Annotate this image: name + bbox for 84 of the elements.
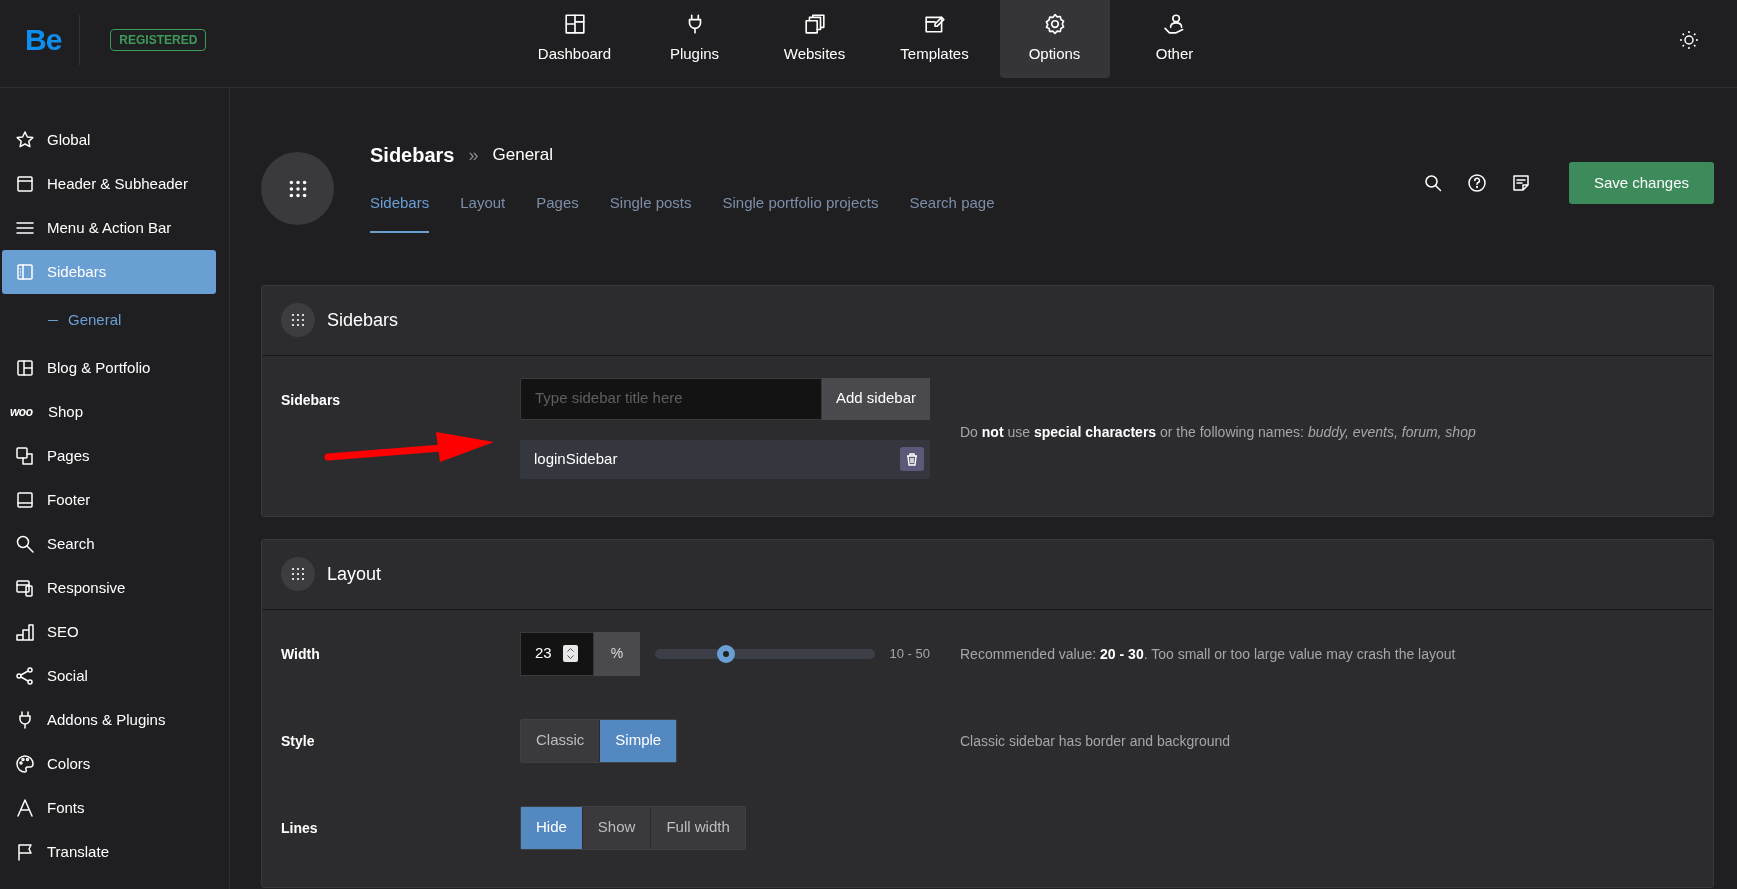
field-label: Width — [280, 644, 321, 664]
page-title: Sidebars — [370, 143, 455, 168]
sidebar-item[interactable]: Responsive — [2, 566, 216, 610]
grid-icon — [563, 12, 586, 35]
sidebar-item[interactable]: Menu & Action Bar — [2, 206, 216, 250]
sidebar-subitem[interactable]: General — [68, 308, 122, 332]
top-nav-tab[interactable]: Options — [999, 0, 1110, 78]
section-title: Layout — [327, 562, 382, 586]
range-label: 10 - 50 — [889, 644, 930, 663]
unit-label: % — [593, 631, 640, 676]
page-tab[interactable]: Single portfolio projects — [722, 184, 879, 233]
section-icon — [281, 303, 315, 337]
palette-icon — [15, 754, 35, 774]
window-icon — [15, 174, 35, 194]
help-icon[interactable] — [1466, 173, 1487, 193]
slider-thumb[interactable] — [717, 644, 736, 663]
logo: Be — [25, 15, 81, 65]
sidebar-item[interactable]: Translate — [2, 830, 216, 874]
number-field[interactable]: 23 — [520, 631, 594, 676]
dash-icon — [48, 319, 58, 321]
option-button[interactable]: Full width — [651, 806, 745, 849]
hand-person-icon — [1163, 12, 1186, 35]
save-button[interactable]: Save changes — [1568, 162, 1714, 204]
sidebar-item[interactable]: Header & Subheader — [2, 162, 216, 206]
option-button[interactable]: Simple — [600, 719, 677, 762]
option-button[interactable]: Classic — [521, 719, 601, 762]
page-tab[interactable]: Single posts — [609, 184, 692, 233]
option-button[interactable]: Show — [582, 806, 652, 849]
letter-a-icon — [15, 798, 35, 818]
help-text: Do not use special characters or the following names: buddy, events, forum, shop — [959, 422, 1476, 442]
search-icon[interactable] — [1422, 173, 1443, 193]
top-nav-tab[interactable]: Other — [1119, 0, 1230, 78]
registered-badge: REGISTERED — [110, 29, 207, 51]
devices-icon — [15, 578, 35, 598]
option-button[interactable]: Hide — [521, 806, 583, 849]
flag-icon — [15, 842, 35, 862]
share-icon — [15, 666, 35, 686]
sidebar-item[interactable]: Blog & Portfolio — [2, 346, 216, 390]
section-title: Sidebars — [327, 308, 399, 332]
sidebar-title-input[interactable]: Type sidebar title here — [520, 377, 822, 420]
sidebar-icon — [15, 262, 35, 282]
sidebar-item[interactable]: Social — [2, 654, 216, 698]
section-icon — [281, 557, 315, 591]
bar-chart-icon — [15, 622, 35, 642]
help-text: Recommended value: 20 - 30. Too small or too large value may crash the layout — [959, 644, 1456, 664]
help-text: Classic sidebar has border and background — [959, 731, 1231, 751]
star-icon — [15, 130, 35, 150]
copy-icon — [803, 12, 826, 35]
theme-toggle-sun-icon[interactable] — [1679, 28, 1699, 51]
field-label: Sidebars — [280, 390, 342, 410]
footer-icon — [15, 490, 35, 510]
sidebar-item[interactable]: Global — [2, 118, 216, 162]
sidebar-item[interactable]: SEO — [2, 610, 216, 654]
gear-icon — [1043, 12, 1066, 35]
number-input[interactable]: 23 — [535, 642, 557, 665]
breadcrumb-separator: » — [468, 143, 479, 167]
sidebar-item[interactable]: Addons & Plugins — [2, 698, 216, 742]
page-tab[interactable]: Pages — [536, 184, 579, 233]
search-icon — [15, 534, 35, 554]
page-tab[interactable]: Sidebars — [370, 184, 430, 233]
pages-icon — [15, 446, 35, 466]
sidebar-item[interactable]: Pages — [2, 434, 216, 478]
layout-icon — [15, 358, 35, 378]
page-tab[interactable]: Layout — [460, 184, 506, 233]
sidebar-name: loginSidebar — [534, 448, 618, 469]
top-nav-tab[interactable]: Websites — [759, 0, 870, 78]
woo-logo: woo — [10, 404, 34, 421]
sidebar-item[interactable]: Footer — [2, 478, 216, 522]
top-nav-tab[interactable]: Plugins — [639, 0, 750, 78]
trash-icon — [906, 452, 918, 466]
field-label: Style — [280, 731, 316, 751]
top-nav-tab[interactable]: Templates — [879, 0, 990, 78]
sidebar-item[interactable]: Fonts — [2, 786, 216, 830]
delete-button[interactable] — [900, 447, 924, 471]
page-tab[interactable]: Search page — [909, 184, 995, 233]
page-subtitle: General — [492, 144, 553, 167]
add-sidebar-button[interactable]: Add sidebar — [821, 377, 930, 420]
spinner-icon[interactable] — [563, 645, 578, 662]
top-nav-tab[interactable]: Dashboard — [519, 0, 630, 78]
field-label: Lines — [280, 818, 319, 838]
sidebar-item[interactable]: Search — [2, 522, 216, 566]
sidebar-item[interactable]: woo Shop — [2, 390, 216, 434]
sidebar-item[interactable]: Colors — [2, 742, 216, 786]
notes-icon[interactable] — [1510, 173, 1531, 193]
